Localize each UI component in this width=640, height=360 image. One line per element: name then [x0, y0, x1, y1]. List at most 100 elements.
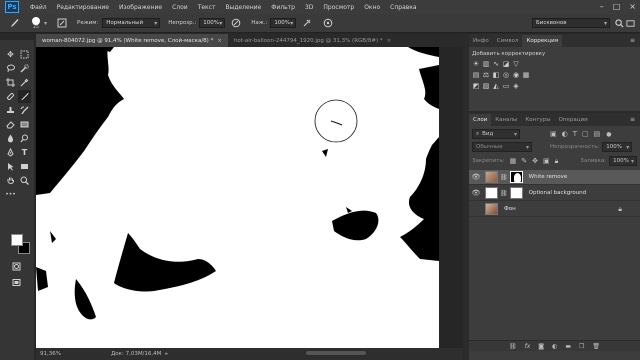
layer-name[interactable]: Фон [504, 206, 516, 212]
levels-icon[interactable]: ▥ [482, 60, 490, 68]
filter-type-icon[interactable]: T [573, 130, 577, 138]
tab-balloon-document[interactable]: hot-air-balloon-244794_1920.jpg @ 31,3% … [228, 34, 397, 47]
menu-filter[interactable]: Фильтр [266, 4, 300, 11]
close-window-button[interactable]: × [629, 2, 636, 11]
filter-smart-object-icon[interactable]: ▤ [594, 130, 601, 138]
pressure-opacity-icon[interactable] [230, 18, 241, 29]
healing-brush-tool-icon[interactable] [4, 90, 17, 103]
brightness-contrast-icon[interactable]: ☀ [472, 60, 480, 68]
zoom-level[interactable]: 91,36% [40, 351, 61, 357]
selective-color-icon[interactable]: ◈ [512, 82, 520, 90]
posterize-icon[interactable]: ▨ [482, 82, 490, 90]
blend-mode-dropdown[interactable]: Обычные [472, 142, 532, 152]
canvas[interactable] [36, 47, 439, 348]
color-balance-icon[interactable]: ⚖ [482, 71, 490, 79]
filter-adjustment-icon[interactable]: ◐ [562, 130, 568, 138]
mode-dropdown[interactable]: Нормальный [102, 18, 161, 28]
lock-transparent-icon[interactable]: ▦ [510, 157, 517, 165]
menu-file[interactable]: Файл [25, 4, 52, 11]
filter-pixel-icon[interactable]: ▣ [550, 130, 557, 138]
eyedropper-tool-icon[interactable] [18, 76, 31, 89]
tab-actions[interactable]: Операции [555, 114, 592, 126]
tab-info[interactable]: Инфо [469, 35, 493, 47]
menu-help[interactable]: Справка [385, 4, 421, 11]
layer-kind-dropdown[interactable]: ⌕ Вид [472, 129, 520, 139]
filter-shape-icon[interactable]: ▢ [582, 130, 589, 138]
photo-filter-icon[interactable]: ◎ [502, 71, 510, 79]
hand-tool-icon[interactable] [4, 174, 17, 187]
tab-paths[interactable]: Контуры [521, 114, 554, 126]
path-select-tool-icon[interactable] [4, 160, 17, 173]
new-group-icon[interactable]: ▬ [565, 343, 571, 350]
quick-select-tool-icon[interactable] [18, 62, 31, 75]
flow-field[interactable]: 100% [270, 18, 297, 28]
blur-tool-icon[interactable] [4, 132, 17, 145]
new-adjustment-layer-icon[interactable]: ◐ [552, 343, 557, 350]
quick-mask-icon[interactable] [10, 260, 23, 273]
horizontal-scrollbar[interactable] [306, 351, 366, 355]
layer-row[interactable]: · Фон 🔒︎ [469, 202, 640, 217]
status-expand-icon[interactable]: ▸ [165, 351, 168, 357]
link-layers-icon[interactable]: ⛓︎ [509, 343, 517, 350]
channel-mixer-icon[interactable]: ◉ [512, 71, 520, 79]
more-tools-icon[interactable]: ••• [4, 188, 17, 201]
menu-image[interactable]: Изображение [114, 4, 167, 11]
menu-3d[interactable]: 3D [300, 4, 318, 11]
rectangle-tool-icon[interactable] [18, 160, 31, 173]
link-icon[interactable]: ⛓︎ [500, 174, 508, 181]
menu-type[interactable]: Текст [193, 4, 221, 11]
layer-row[interactable]: 👁︎ ⛓︎ Optional background [469, 186, 640, 201]
pen-tool-icon[interactable] [4, 146, 17, 159]
brush-tool-icon[interactable] [8, 18, 19, 29]
minimize-button[interactable]: – [600, 2, 604, 11]
gradient-tool-icon[interactable] [18, 118, 31, 131]
zoom-tool-icon[interactable] [18, 174, 31, 187]
move-tool-icon[interactable]: ✥ [4, 48, 17, 61]
hue-saturation-icon[interactable]: ▤ [472, 71, 480, 79]
exposure-icon[interactable]: ◪ [502, 60, 510, 68]
brush-preset-picker[interactable]: 25 [29, 16, 43, 30]
layer-opacity-field[interactable]: 100% [602, 142, 633, 152]
tab-layers[interactable]: Слои [469, 114, 492, 126]
opacity-field[interactable]: 100% [199, 18, 226, 28]
tab-channels[interactable]: Каналы [491, 114, 521, 126]
history-brush-tool-icon[interactable] [18, 104, 31, 117]
link-icon[interactable]: ⛓︎ [500, 190, 508, 197]
chevron-down-icon[interactable]: ▾ [44, 20, 47, 27]
clone-stamp-tool-icon[interactable] [4, 104, 17, 117]
eraser-tool-icon[interactable] [4, 118, 17, 131]
black-white-icon[interactable]: ◧ [492, 71, 500, 79]
lock-position-icon[interactable]: ✥ [532, 157, 538, 165]
eye-icon[interactable]: 👁︎ [469, 186, 483, 201]
lock-artboard-icon[interactable]: ▣ [543, 157, 550, 165]
eye-hidden-icon[interactable]: · [469, 202, 483, 217]
eye-icon[interactable]: 👁︎ [469, 170, 483, 185]
tab-character[interactable]: Символ [493, 35, 523, 47]
layer-mask-thumbnail[interactable] [509, 187, 523, 199]
new-layer-icon[interactable]: ❐ [579, 343, 584, 350]
invert-icon[interactable]: ◩ [472, 82, 480, 90]
curves-icon[interactable]: ∿ [492, 60, 500, 68]
close-tab-icon[interactable]: × [387, 38, 392, 44]
layer-mask-thumbnail[interactable] [509, 171, 523, 183]
menu-select[interactable]: Выделение [220, 4, 266, 11]
lasso-tool-icon[interactable] [4, 62, 17, 75]
layer-name[interactable]: White remove [529, 174, 568, 180]
type-tool-icon[interactable]: T [18, 146, 31, 159]
foreground-color-swatch[interactable] [11, 234, 23, 246]
vibrance-icon[interactable]: ▽ [512, 60, 520, 68]
gradient-map-icon[interactable]: ▭ [502, 82, 510, 90]
brush-panel-toggle-icon[interactable] [56, 18, 67, 29]
menu-view[interactable]: Просмотр [318, 4, 359, 11]
screen-mode-icon[interactable] [10, 276, 23, 289]
lock-all-icon[interactable]: 🔒︎ [555, 157, 559, 166]
workspace-switch-icon[interactable] [625, 18, 636, 29]
color-lookup-icon[interactable]: ▦ [522, 71, 530, 79]
workspace-dropdown[interactable]: Бисквонов [532, 18, 610, 28]
dodge-tool-icon[interactable] [18, 132, 31, 145]
layer-style-icon[interactable]: fx [525, 343, 531, 350]
delete-layer-icon[interactable]: 🗑︎ [592, 343, 600, 350]
fill-field[interactable]: 100% [609, 156, 637, 166]
crop-tool-icon[interactable] [4, 76, 17, 89]
tab-adjustments[interactable]: Коррекция [522, 35, 563, 47]
